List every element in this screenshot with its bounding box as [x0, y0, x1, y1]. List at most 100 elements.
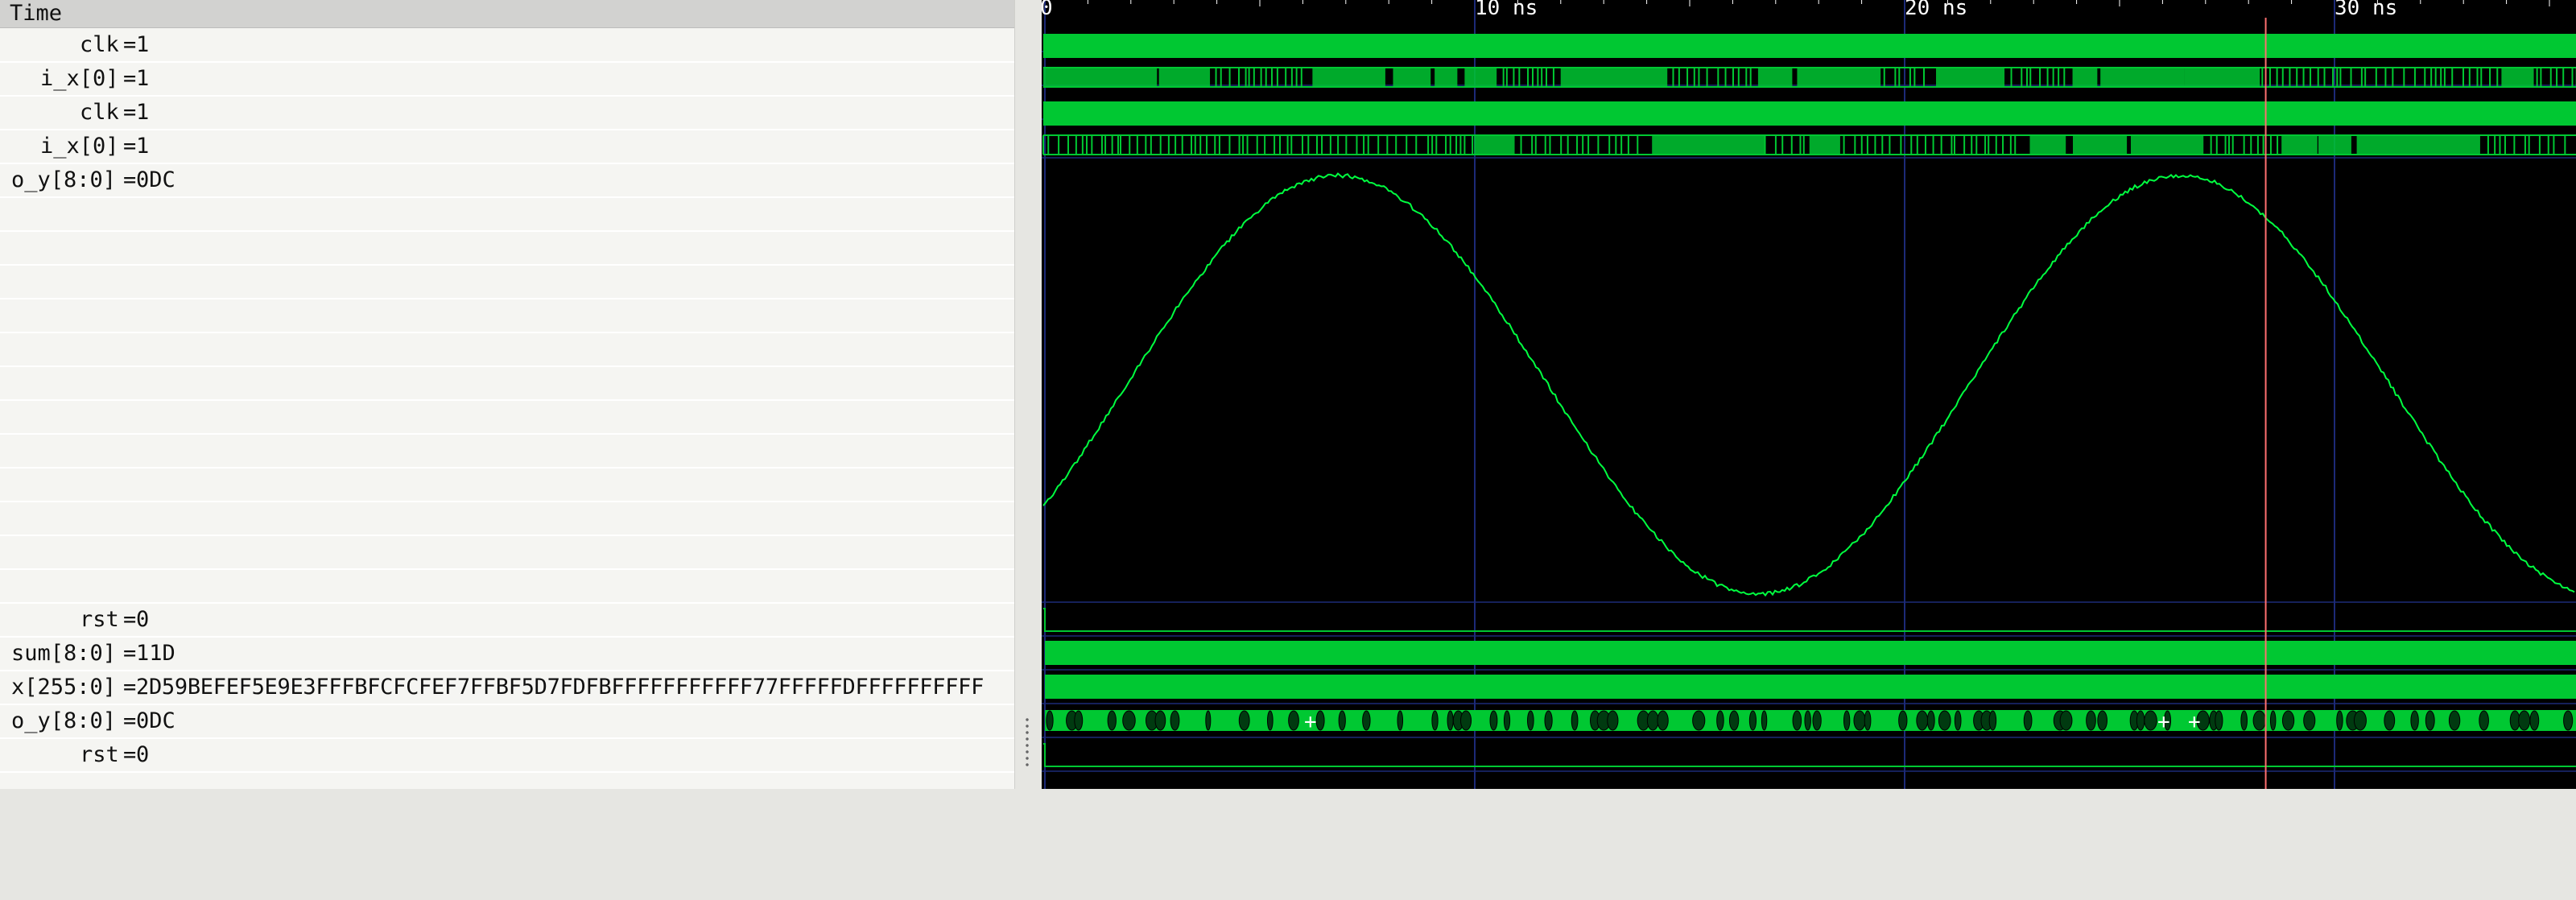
bus-transition [2353, 710, 2367, 731]
bus-transition [1916, 710, 1929, 731]
signal-name: i_x[0] [40, 66, 119, 91]
bus-transition [2252, 710, 2266, 731]
signal-row-i-x[interactable]: i_x[0] = 1 [0, 63, 1014, 97]
bus-transition [1748, 710, 1757, 731]
bus-transition [1792, 710, 1802, 731]
bus-transition [1843, 710, 1851, 731]
bus-transition [1607, 710, 1619, 731]
signal-value: 1 [136, 66, 150, 91]
bus-transition [1571, 710, 1579, 731]
clk-trace [1043, 34, 2576, 58]
signal-row-o-y[interactable]: o_y[8:0] = 0DC [0, 705, 1014, 739]
time-tick-label: 30 ns [2334, 0, 2397, 20]
time-header-label: Time [10, 1, 63, 26]
signal-value: 11D [136, 641, 175, 666]
signal-equals: = [123, 167, 137, 192]
bus-transition [1657, 710, 1669, 731]
time-tick-label: 20 ns [1905, 0, 1967, 20]
signal-equals: = [123, 134, 137, 159]
signal-name: rst [80, 742, 119, 767]
o-y-analog-trace [1042, 172, 2575, 597]
bus-transition [2518, 710, 2531, 731]
clk-trace [1043, 101, 2576, 126]
bus-transition [2336, 710, 2343, 731]
signal-row-x[interactable]: x[255:0] = 2D59BEFEF5E9E3FFFBFCFCFEF7FFB… [0, 671, 1014, 705]
bus-transition [2529, 710, 2540, 731]
bus-transition [2144, 710, 2157, 731]
signal-row-sum[interactable]: sum[8:0] = 11D [0, 638, 1014, 671]
bus-transition [1503, 710, 1511, 731]
bus-transition [2410, 710, 2419, 731]
rst-trace [1043, 743, 2576, 767]
bus-transition [1046, 710, 1054, 731]
ix-trace-a-burst [1435, 68, 1458, 87]
bus-transition [1926, 710, 1935, 731]
bus-transition [1205, 710, 1212, 731]
rst-trace [1043, 608, 2576, 632]
bus-transition [2563, 710, 2574, 731]
signal-row-rst[interactable]: rst = 0 [0, 604, 1014, 638]
bus-transition [1266, 710, 1274, 731]
signal-value: 1 [136, 134, 150, 159]
bus-transition [1074, 710, 1084, 731]
signal-row-o-y-analog[interactable]: o_y[8:0] = 0DC [0, 164, 1014, 198]
waveform-pane[interactable]: 0 10 ns 20 ns 30 ns + + + [1042, 0, 2576, 789]
signal-value: 0DC [136, 167, 175, 192]
ix-trace-b-burst [1809, 135, 1840, 155]
bus-transition [2097, 710, 2107, 731]
bus-transition [1716, 710, 1724, 731]
ix-trace-b-burst [2029, 135, 2066, 155]
signal-equals: = [123, 708, 137, 733]
x-bus-trace [1045, 675, 2576, 699]
signal-equals: = [123, 32, 137, 57]
analog-extent-row [0, 401, 1014, 435]
analog-extent-row [0, 536, 1014, 570]
signal-name: o_y[8:0] [11, 708, 117, 733]
bus-transition [2281, 710, 2295, 731]
ix-trace-a-burst [1043, 68, 1158, 87]
bus-transition [1812, 710, 1822, 731]
bus-transition [2384, 710, 2396, 731]
analog-extent-row [0, 299, 1014, 333]
ix-trace-a-burst [1312, 68, 1385, 87]
time-header[interactable]: Time [0, 0, 1014, 28]
ix-trace-a-burst [1757, 68, 1793, 87]
bus-transition [1397, 710, 1404, 731]
signal-name: x[255:0] [11, 675, 117, 700]
bus-transition [1460, 710, 1472, 731]
signal-row-rst[interactable]: rst = 0 [0, 739, 1014, 773]
bus-transition [1154, 710, 1166, 731]
waveform-canvas[interactable]: 0 10 ns 20 ns 30 ns + + + [1042, 0, 2576, 789]
bus-transition [2269, 710, 2277, 731]
ix-trace-a-burst [2184, 68, 2260, 87]
pane-splitter[interactable] [1014, 0, 1042, 789]
bus-transition [1288, 710, 1299, 731]
bus-transition [1864, 710, 1872, 731]
ix-trace-b-burst [2281, 135, 2318, 155]
signal-row-clk[interactable]: clk = 1 [0, 97, 1014, 130]
ix-trace-a-burst [1158, 68, 1211, 87]
bus-transition [1938, 710, 1951, 731]
bus-transition [2136, 710, 2145, 731]
signal-name: sum[8:0] [11, 641, 117, 666]
ix-trace-b-burst [2073, 135, 2128, 155]
signal-value: 0DC [136, 708, 175, 733]
bus-transition [2215, 710, 2223, 731]
ix-trace-a-burst [2072, 68, 2098, 87]
ix-trace-b-burst [2356, 135, 2480, 155]
bus-transition [1853, 710, 1866, 731]
bus-transition [1122, 710, 1136, 731]
signal-equals: = [123, 641, 137, 666]
time-tick-label: 0 [1042, 0, 1053, 20]
ix-trace-a-burst [1393, 68, 1431, 87]
bus-transition [1489, 710, 1498, 731]
bus-plus-marker-icon: + [2188, 710, 2201, 734]
signal-row-i-x[interactable]: i_x[0] = 1 [0, 130, 1014, 164]
bus-transition [1988, 710, 1997, 731]
ix-trace-a-burst [1797, 68, 1881, 87]
analog-extent-row [0, 367, 1014, 401]
signals-pane: Time clk = 1 i_x[0] = 1 clk = 1 i_x[0] =… [0, 0, 1014, 789]
analog-extent-row [0, 198, 1014, 232]
signal-row-clk[interactable]: clk = 1 [0, 29, 1014, 63]
splitter-grip-icon[interactable] [1025, 716, 1030, 768]
